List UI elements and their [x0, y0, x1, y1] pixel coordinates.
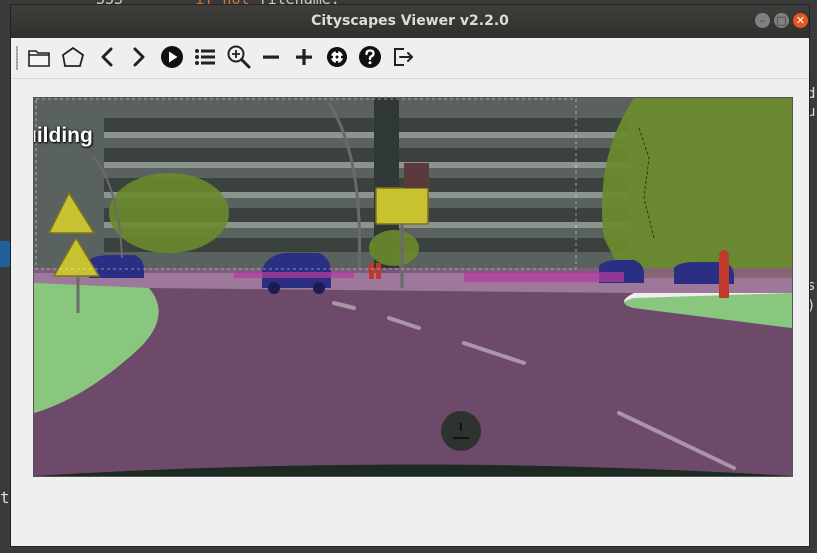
help-button[interactable]: [356, 43, 384, 71]
previous-image-button[interactable]: [93, 43, 121, 71]
hover-class-label: uilding: [34, 124, 93, 147]
minus-icon: [263, 55, 279, 59]
play-button[interactable]: [158, 43, 186, 71]
folder-icon: [28, 50, 50, 67]
close-icon: ✕: [795, 14, 806, 27]
center-button[interactable]: [323, 43, 351, 71]
help-icon: [359, 46, 381, 68]
image-canvas-area[interactable]: uilding: [11, 79, 809, 546]
exit-button[interactable]: [389, 43, 417, 71]
toolbar-grip[interactable]: [16, 46, 18, 70]
segmentation-scene: [34, 98, 792, 476]
list-icon: [195, 49, 215, 65]
exit-icon: [394, 48, 413, 66]
background-text: t: [0, 488, 10, 507]
chevron-left-icon: [101, 47, 113, 67]
maximize-icon: □: [776, 14, 787, 27]
close-button[interactable]: ✕: [793, 13, 808, 28]
decrease-button[interactable]: [257, 43, 285, 71]
crosshair-icon: [327, 47, 347, 67]
list-button[interactable]: [191, 43, 219, 71]
window-title: Cityscapes Viewer v2.2.0: [311, 13, 509, 29]
maximize-button[interactable]: □: [774, 13, 789, 28]
zoom-in-icon: [227, 45, 251, 69]
minimize-icon: –: [759, 14, 766, 27]
next-image-button[interactable]: [125, 43, 153, 71]
background-selection-bar: [0, 241, 10, 267]
chevron-right-icon: [133, 47, 145, 67]
open-folder-button[interactable]: [25, 43, 53, 71]
title-bar[interactable]: Cityscapes Viewer v2.2.0 – □ ✕: [11, 5, 809, 38]
viewer-window: Cityscapes Viewer v2.2.0 – □ ✕ ilding: [10, 4, 810, 547]
increase-button[interactable]: [290, 43, 318, 71]
polygon-icon: [62, 46, 85, 67]
zoom-button[interactable]: [225, 43, 253, 71]
toolbar: [11, 38, 809, 79]
minimize-button[interactable]: –: [755, 13, 770, 28]
annotated-street-image[interactable]: uilding: [33, 97, 793, 477]
play-icon: [161, 46, 183, 68]
plus-icon: [296, 49, 312, 65]
select-polygon-button[interactable]: [59, 43, 87, 71]
